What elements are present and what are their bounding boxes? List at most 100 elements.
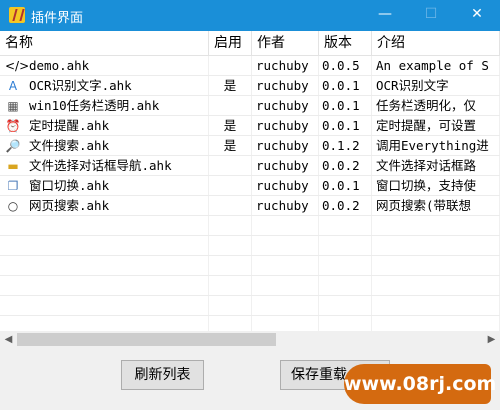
scroll-left-icon[interactable]: ◀ <box>0 331 17 348</box>
list-row <box>0 296 500 316</box>
plugin-name <box>0 316 209 331</box>
plugin-description <box>372 316 500 331</box>
plugin-version <box>319 216 372 235</box>
plugin-version: 0.0.2 <box>319 156 372 175</box>
plugin-description: OCR识别文字 <box>372 76 500 95</box>
plugin-version <box>319 236 372 255</box>
plugin-name: win10任务栏透明.ahk <box>0 96 209 115</box>
plugin-version: 0.0.1 <box>319 76 372 95</box>
column-header-author[interactable]: 作者 <box>252 31 319 55</box>
window-title: 插件界面 <box>31 11 84 26</box>
app-icon <box>9 7 25 23</box>
plugin-name <box>0 256 209 275</box>
plugin-author <box>252 256 319 275</box>
plugin-description <box>372 216 500 235</box>
column-header-description[interactable]: 介绍 <box>372 31 500 55</box>
plugin-enabled <box>209 316 252 331</box>
code-icon: </> <box>5 59 30 73</box>
minimize-button[interactable]: — <box>362 0 408 31</box>
plugin-version <box>319 256 372 275</box>
plugin-version: 0.0.1 <box>319 116 372 135</box>
list-row[interactable]: demo.ahk ruchuby 0.0.5 An example of S </> <box>0 56 500 76</box>
column-header-enabled[interactable]: 启用 <box>209 31 252 55</box>
plugin-list[interactable]: 名称 启用 作者 版本 介绍 demo.ahk ruchuby 0.0.5 An ex… <box>0 31 500 331</box>
plugin-enabled <box>209 276 252 295</box>
search-key-icon: 🔎 <box>5 139 21 153</box>
list-row[interactable]: 网页搜索.ahk ruchuby 0.0.2 网页搜索(带联想 ○ <box>0 196 500 216</box>
plugin-enabled <box>209 196 252 215</box>
plugin-enabled <box>209 156 252 175</box>
list-row <box>0 216 500 236</box>
plugin-enabled <box>209 256 252 275</box>
plugin-description: 定时提醒，可设置 <box>372 116 500 135</box>
plugin-description: 文件选择对话框路 <box>372 156 500 175</box>
plugin-description: 网页搜索(带联想 <box>372 196 500 215</box>
list-row <box>0 276 500 296</box>
plugin-enabled <box>209 176 252 195</box>
plugin-name <box>0 216 209 235</box>
plugin-enabled <box>209 96 252 115</box>
column-header-version[interactable]: 版本 <box>319 31 372 55</box>
plugin-description <box>372 276 500 295</box>
list-row[interactable]: OCR识别文字.ahk 是 ruchuby 0.0.1 OCR识别文字 A <box>0 76 500 96</box>
plugin-author: ruchuby <box>252 96 319 115</box>
plugin-version: 0.0.1 <box>319 96 372 115</box>
plugin-description <box>372 296 500 315</box>
plugin-author: ruchuby <box>252 56 319 75</box>
plugin-author <box>252 216 319 235</box>
plugin-version: 0.0.2 <box>319 196 372 215</box>
plugin-name: 网页搜索.ahk <box>0 196 209 215</box>
list-row <box>0 256 500 276</box>
window-switch-icon: ❐ <box>7 179 19 193</box>
list-row[interactable]: 定时提醒.ahk 是 ruchuby 0.0.1 定时提醒，可设置 ⏰ <box>0 116 500 136</box>
plugin-description: 调用Everything进 <box>372 136 500 155</box>
plugin-name: demo.ahk <box>0 56 209 75</box>
plugin-name: 文件选择对话框导航.ahk <box>0 156 209 175</box>
plugin-description: 任务栏透明化，仅 <box>372 96 500 115</box>
list-row[interactable]: 文件搜索.ahk 是 ruchuby 0.1.2 调用Everything进 🔎 <box>0 136 500 156</box>
close-button[interactable]: ✕ <box>454 0 500 31</box>
plugin-enabled <box>209 296 252 315</box>
horizontal-scrollbar[interactable]: ◀ ▶ <box>0 331 500 348</box>
scrollbar-thumb[interactable] <box>17 333 276 346</box>
plugin-description <box>372 236 500 255</box>
plugin-author <box>252 296 319 315</box>
plugin-name <box>0 276 209 295</box>
plugin-name: 文件搜索.ahk <box>0 136 209 155</box>
plugin-version: 0.0.5 <box>319 56 372 75</box>
plugin-description: 窗口切换，支持使 <box>372 176 500 195</box>
plugin-author: ruchuby <box>252 176 319 195</box>
scroll-right-icon[interactable]: ▶ <box>483 331 500 348</box>
plugin-name <box>0 296 209 315</box>
maximize-button[interactable]: ☐ <box>408 0 454 31</box>
alarm-clock-icon: ⏰ <box>5 119 21 133</box>
plugin-version: 0.1.2 <box>319 136 372 155</box>
plugin-author: ruchuby <box>252 196 319 215</box>
list-row <box>0 236 500 256</box>
list-header: 名称 启用 作者 版本 介绍 <box>0 31 500 56</box>
plugin-enabled <box>209 236 252 255</box>
magnifier-icon: ○ <box>7 199 19 213</box>
list-row[interactable]: 文件选择对话框导航.ahk ruchuby 0.0.2 文件选择对话框路 ▬ <box>0 156 500 176</box>
plugin-author: ruchuby <box>252 156 319 175</box>
plugin-name: 定时提醒.ahk <box>0 116 209 135</box>
list-row[interactable]: win10任务栏透明.ahk ruchuby 0.0.1 任务栏透明化，仅 ▦ <box>0 96 500 116</box>
plugin-enabled <box>209 56 252 75</box>
list-row[interactable]: 窗口切换.ahk ruchuby 0.0.1 窗口切换，支持使 ❐ <box>0 176 500 196</box>
plugin-name: OCR识别文字.ahk <box>0 76 209 95</box>
list-row <box>0 316 500 331</box>
plugin-name: 窗口切换.ahk <box>0 176 209 195</box>
plugin-enabled <box>209 216 252 235</box>
plugin-name <box>0 236 209 255</box>
plugin-enabled: 是 <box>209 76 252 95</box>
plugin-version <box>319 296 372 315</box>
plugin-author <box>252 236 319 255</box>
plugin-description: An example of S <box>372 56 500 75</box>
plugin-version <box>319 316 372 331</box>
watermark-logo: www.08rj.com <box>344 364 496 404</box>
column-header-name[interactable]: 名称 <box>0 31 209 55</box>
plugin-author <box>252 276 319 295</box>
folder-icon: ▬ <box>7 159 19 173</box>
ocr-icon: A <box>8 79 18 93</box>
refresh-list-button[interactable]: 刷新列表 <box>121 360 204 390</box>
